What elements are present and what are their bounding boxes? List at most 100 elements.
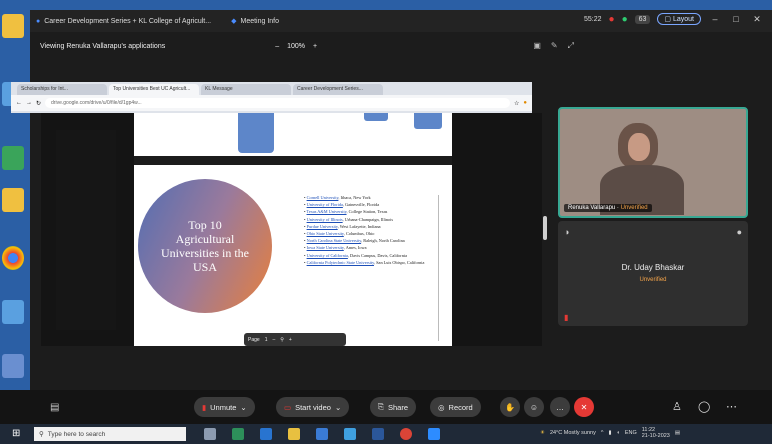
university-link[interactable]: University of Florida [307, 202, 343, 207]
browser-tab[interactable]: Scholarships for Int... [17, 84, 107, 95]
university-link[interactable]: Cornell University [307, 195, 339, 200]
layout-button[interactable]: ▢ Layout [657, 13, 701, 25]
taskbar-app-icon[interactable] [344, 428, 356, 440]
system-tray: ☀ 24°C Mostly sunny ^ ▮ ◖ ENG 11:22 21-10… [540, 427, 680, 439]
magnifier-icon[interactable]: ⚲ [280, 337, 284, 343]
annotate-icon[interactable]: ✎ [551, 41, 558, 51]
share-button[interactable]: ⎘ Share [370, 397, 417, 417]
university-link[interactable]: Ohio State University [307, 231, 344, 236]
scrollbar[interactable] [543, 216, 547, 240]
university-link[interactable]: University of Illinois [307, 217, 343, 222]
taskbar-app-icon[interactable] [316, 428, 328, 440]
university-link[interactable]: Iowa State University [307, 245, 344, 250]
university-list: Cornell University, Ithaca, New York Uni… [304, 195, 444, 267]
zoom-out-button[interactable]: – [275, 43, 279, 50]
meeting-info-tab[interactable]: ◆ Meeting Info [231, 17, 279, 26]
participants-icon[interactable]: ♙ [672, 400, 682, 413]
share-icon: ⎘ [378, 402, 384, 411]
chrome-taskbar-icon[interactable] [400, 428, 412, 440]
raise-hand-button[interactable]: ✋ [500, 397, 520, 417]
university-link[interactable]: Texas A&M University [307, 209, 347, 214]
weather-text[interactable]: 24°C Mostly sunny [550, 430, 596, 436]
record-indicator-icon: ● [608, 13, 615, 25]
participant-tile[interactable]: ◑ ● Dr. Uday Bhaskar Unverified ▮ [558, 221, 748, 326]
minimize-button[interactable]: – [708, 14, 722, 24]
taskbar-app-icon[interactable] [260, 428, 272, 440]
back-icon[interactable]: ← [16, 100, 22, 106]
title-circle: Top 10 Agricultural Universities in the … [138, 179, 272, 313]
record-button[interactable]: ◎ Record [430, 397, 481, 417]
zoom-in-slide-button[interactable]: + [289, 337, 292, 343]
mic-muted-icon: ▮ [564, 313, 569, 322]
meeting-tab[interactable]: ● Career Development Series + KL College… [36, 18, 211, 25]
browser-tab[interactable]: KL Message [201, 84, 291, 95]
participant-name: Dr. Uday Bhaskar [621, 263, 685, 272]
desktop-icon[interactable] [2, 146, 24, 170]
previous-slide [134, 113, 452, 156]
participants-count[interactable]: 63 [634, 14, 651, 24]
close-button[interactable]: ✕ [750, 14, 764, 25]
notification-icon[interactable]: ▤ [675, 430, 680, 436]
slide-shape [238, 113, 274, 153]
participant-video[interactable]: Renuka Vallarapu · Unverified [558, 107, 748, 218]
unmute-button[interactable]: ▮ Unmute ⌄ [194, 397, 255, 417]
desktop-icon[interactable] [2, 14, 24, 38]
more-button[interactable]: … [550, 397, 570, 417]
video-off-icon: ▭ [284, 402, 292, 412]
reactions-button[interactable]: ☺ [524, 397, 544, 417]
list-item: North Carolina State University, Raleigh… [304, 238, 444, 244]
task-view-icon[interactable] [204, 428, 216, 440]
university-link[interactable]: University of California [307, 253, 348, 258]
taskbar-search[interactable]: ⚲ Type here to search [34, 427, 186, 441]
browser-tab[interactable]: Career Development Series... [293, 84, 383, 95]
more-options-icon[interactable]: ● [737, 227, 742, 237]
clock[interactable]: 11:22 21-10-2023 [642, 427, 670, 439]
network-icon[interactable]: ▮ [608, 430, 611, 436]
taskbar-app-icon[interactable] [232, 428, 244, 440]
chevron-up-icon[interactable]: ^ [601, 430, 604, 436]
leave-button[interactable]: ✕ [574, 397, 594, 417]
reload-icon[interactable]: ↻ [36, 100, 41, 107]
university-link[interactable]: California Polytechnic State University [307, 260, 374, 265]
volume-icon[interactable]: ◖ [616, 430, 619, 436]
forward-icon[interactable]: → [26, 100, 32, 106]
person-face [628, 133, 650, 161]
zoom-logo-icon: ● [36, 17, 41, 25]
maximize-button[interactable]: □ [729, 14, 743, 24]
zoom-level: 100% [287, 42, 306, 50]
caption-icon[interactable]: ▤ [50, 402, 59, 413]
university-link[interactable]: Purdue University [307, 224, 338, 229]
taskbar-app-icon[interactable] [372, 428, 384, 440]
more-toolbar-icon[interactable]: ⋯ [726, 400, 737, 413]
language-indicator[interactable]: ENG [625, 430, 637, 436]
chrome-icon[interactable] [2, 246, 24, 270]
address-bar-row: ← → ↻ drive.google.com/drive/u/0/file/d/… [11, 95, 532, 111]
zoom-title-bar: ● Career Development Series + KL College… [30, 10, 772, 32]
page-number-input[interactable]: 1 [265, 337, 268, 343]
profile-icon[interactable]: ● [523, 100, 527, 106]
sidebar-dim [56, 130, 116, 330]
desktop-icon[interactable] [2, 300, 24, 324]
slide-divider [438, 195, 439, 341]
zoom-out-slide-button[interactable]: – [272, 337, 275, 343]
start-video-button[interactable]: ▭ Start video ⌄ [276, 397, 350, 417]
taskbar-app-icon[interactable] [288, 428, 300, 440]
bookmark-icon[interactable]: ☆ [514, 100, 519, 107]
windows-start-icon[interactable]: ⊞ [12, 428, 20, 439]
chat-icon[interactable]: ▣ [533, 41, 541, 51]
zoom-in-button[interactable]: + [313, 43, 317, 50]
viewing-label: Viewing Renuka Vallarapu's applications [40, 42, 166, 50]
browser-tab-active[interactable]: Top Universities Best UC Agricult... [109, 84, 199, 95]
chat-bubble-icon[interactable]: ◯ [698, 400, 710, 413]
desktop-icon[interactable] [2, 354, 24, 378]
list-item: Texas A&M University, College Station, T… [304, 209, 444, 215]
record-icon: ◎ [438, 402, 445, 412]
page-controls: Page 1 – ⚲ + [244, 333, 346, 346]
fullscreen-icon[interactable]: ⤢ [568, 41, 574, 51]
zoom-taskbar-icon[interactable] [428, 428, 440, 440]
desktop-icon[interactable] [2, 188, 24, 212]
list-item: California Polytechnic State University,… [304, 260, 444, 266]
url-input[interactable]: drive.google.com/drive/u/0/file/d/1gp4w.… [45, 98, 510, 108]
slide-title: Top 10 Agricultural Universities in the … [161, 218, 249, 274]
university-link[interactable]: North Carolina State University [307, 238, 362, 243]
